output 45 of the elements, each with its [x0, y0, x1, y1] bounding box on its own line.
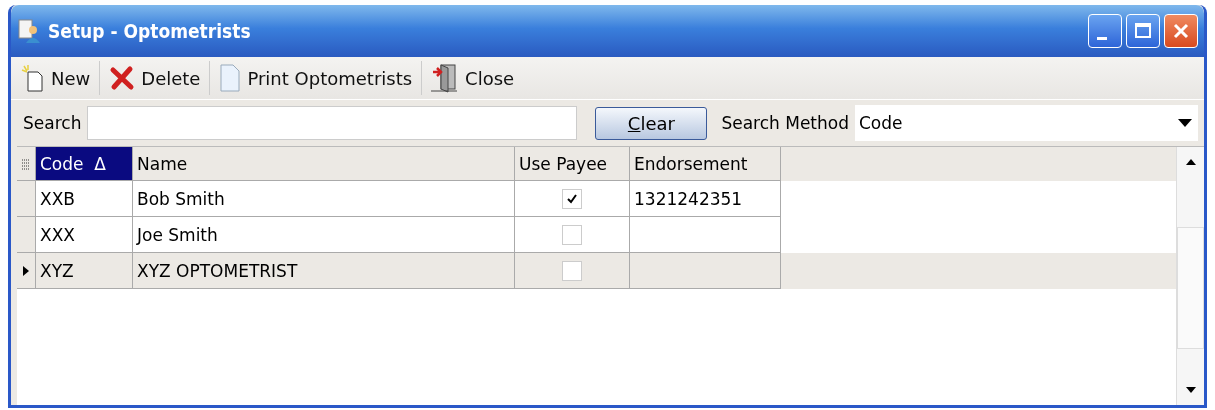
close-button[interactable] — [1164, 14, 1198, 48]
column-header[interactable]: Endorsement — [630, 147, 781, 181]
search-method-dropdown[interactable]: Code — [855, 105, 1198, 141]
search-field[interactable] — [87, 106, 578, 140]
table-row[interactable]: XXB Bob Smith 1321242351 — [17, 181, 1176, 217]
door-exit-icon — [431, 62, 460, 94]
scrollbar[interactable] — [1176, 147, 1204, 405]
scroll-down-icon[interactable] — [1184, 385, 1197, 395]
checkbox[interactable] — [562, 260, 582, 281]
checkbox[interactable] — [562, 188, 582, 209]
current-row-icon — [22, 264, 30, 277]
list-icon — [21, 157, 31, 170]
column-header[interactable]: Code Δ — [36, 147, 133, 181]
search-label: Search — [23, 113, 82, 133]
row-indicator[interactable] — [17, 253, 36, 289]
minimize-icon — [1097, 36, 1107, 40]
person-icon — [17, 18, 43, 44]
cross-icon — [109, 65, 136, 91]
checkbox[interactable] — [562, 224, 582, 245]
maximize-button[interactable] — [1126, 14, 1160, 48]
delete-button[interactable]: Delete — [103, 63, 207, 93]
table-row[interactable]: XYZ XYZ OPTOMETRIST — [17, 253, 1176, 289]
window-title: Setup - Optometrists — [48, 20, 252, 42]
clear-button[interactable]: Clear — [595, 106, 708, 140]
table-cell: Bob Smith — [133, 181, 515, 217]
new-button[interactable]: New — [15, 62, 97, 94]
search-method-label: Search Method — [721, 113, 849, 133]
column-header[interactable]: Use Payee — [515, 147, 630, 181]
table-cell: 1321242351 — [634, 188, 743, 209]
scroll-up-icon[interactable] — [1184, 157, 1197, 167]
column-header[interactable]: Name — [133, 147, 515, 181]
minimize-button[interactable] — [1088, 14, 1122, 48]
close-button[interactable]: Close — [425, 60, 521, 96]
maximize-icon — [1134, 22, 1152, 40]
table-cell: XYZ — [36, 253, 133, 289]
column-chooser-button[interactable] — [17, 147, 36, 181]
dropdown-arrow-icon — [1178, 118, 1192, 128]
scroll-thumb[interactable] — [1177, 227, 1204, 349]
document-icon — [219, 63, 242, 93]
checkmark-icon — [566, 192, 578, 205]
close-icon — [1172, 22, 1190, 40]
new-document-icon — [21, 64, 45, 92]
table-cell: XYZ OPTOMETRIST — [133, 253, 515, 289]
table-cell: XXB — [36, 181, 133, 217]
print-button[interactable]: Print Optometrists — [213, 61, 419, 95]
